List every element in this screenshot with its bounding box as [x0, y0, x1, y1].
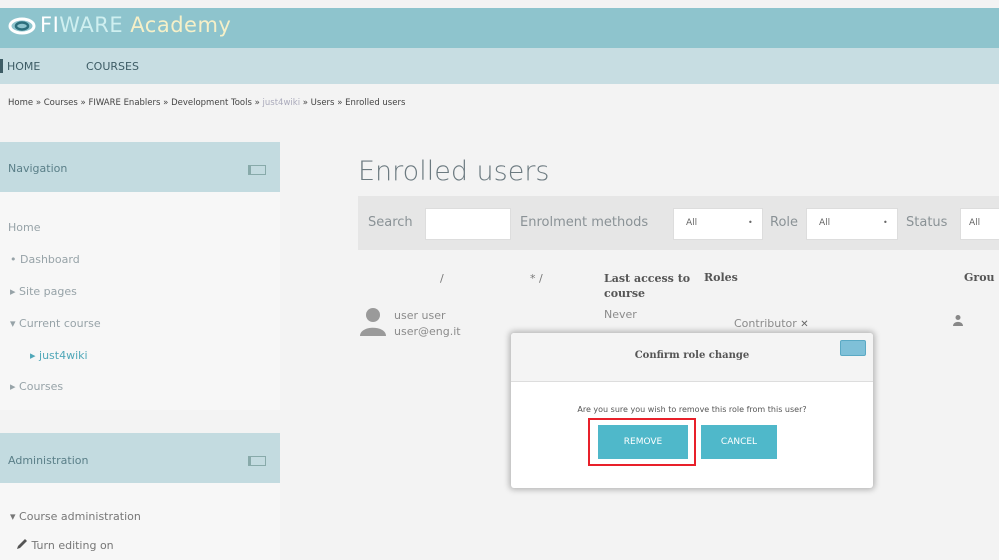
- breadcrumb-separator: »: [163, 98, 169, 108]
- logo-part-fi: FI: [40, 13, 60, 37]
- breadcrumb-category[interactable]: FIWARE Enablers: [88, 98, 160, 108]
- column-header-name[interactable]: /: [440, 272, 444, 285]
- chevron-down-icon: •: [748, 218, 753, 227]
- menu-home-link[interactable]: HOME: [0, 59, 40, 73]
- breadcrumb-separator: »: [35, 98, 42, 108]
- last-access-value: Never: [604, 308, 637, 321]
- user-avatar-icon: [360, 308, 386, 336]
- select-value: All: [686, 218, 698, 228]
- column-header-roles: Roles: [704, 271, 738, 284]
- breadcrumb-separator: »: [80, 98, 86, 108]
- administration-title: Administration: [8, 454, 89, 467]
- enrolment-methods-label: Enrolment methods: [520, 215, 649, 230]
- role-select[interactable]: All •: [806, 208, 898, 240]
- navigation-title: Navigation: [8, 162, 68, 175]
- chevron-down-icon: •: [883, 218, 888, 227]
- remove-role-icon[interactable]: ✕: [800, 319, 808, 330]
- breadcrumb-separator: »: [254, 98, 260, 108]
- site-logo[interactable]: FIWARE Academy: [8, 11, 231, 39]
- select-value: All: [819, 218, 831, 228]
- collapse-arrow-icon: ▾: [10, 510, 16, 523]
- person-icon: [953, 315, 963, 326]
- user-email: user@eng.it: [394, 325, 461, 338]
- nav-item-just4wiki[interactable]: ▸ just4wiki: [30, 349, 88, 362]
- breadcrumb-courses[interactable]: Courses: [44, 98, 78, 108]
- breadcrumb-current: Enrolled users: [345, 98, 406, 108]
- logo-text: FIWARE Academy: [40, 13, 231, 37]
- status-select[interactable]: All: [960, 208, 999, 240]
- logo-part-ware: WARE: [59, 13, 124, 37]
- column-header-groups: Grou: [964, 271, 995, 284]
- nav-item-label: just4wiki: [39, 349, 88, 362]
- expand-arrow-icon: ▸: [30, 349, 36, 362]
- nav-item-dashboard[interactable]: • Dashboard: [10, 253, 80, 266]
- nav-item-label: Site pages: [19, 285, 77, 298]
- breadcrumb-users[interactable]: Users: [311, 98, 335, 108]
- dialog-title: Confirm role change: [634, 350, 750, 361]
- pencil-icon: [17, 539, 27, 549]
- breadcrumb-separator: »: [337, 98, 343, 108]
- expand-arrow-icon: ▸: [10, 285, 16, 298]
- highlight-annotation-box: [588, 418, 696, 466]
- dialog-message: Are you sure you wish to remove this rol…: [577, 405, 807, 414]
- admin-item-label: Turn editing on: [31, 539, 114, 552]
- nav-item-current-course[interactable]: ▾ Current course: [10, 317, 101, 330]
- column-header-last-access[interactable]: Last access to course: [604, 271, 694, 301]
- dock-icon[interactable]: [248, 456, 266, 466]
- avatar[interactable]: [360, 306, 386, 336]
- role-label: Role: [770, 215, 799, 230]
- nav-item-site-pages[interactable]: ▸ Site pages: [10, 285, 77, 298]
- select-value: All: [969, 218, 981, 228]
- dock-icon[interactable]: [248, 165, 266, 175]
- role-badge: Contributor ✕: [734, 317, 809, 330]
- breadcrumb: Home » Courses » FIWARE Enablers » Devel…: [8, 98, 405, 108]
- page-title: Enrolled users: [358, 156, 550, 187]
- nav-item-courses[interactable]: ▸ Courses: [10, 380, 63, 393]
- enrolment-methods-select[interactable]: All •: [673, 208, 763, 240]
- status-label: Status: [906, 215, 948, 230]
- logo-part-academy: Academy: [123, 13, 232, 37]
- admin-item-course-administration[interactable]: ▾ Course administration: [10, 510, 141, 523]
- close-dialog-button[interactable]: [840, 340, 866, 356]
- nav-home[interactable]: Home: [8, 221, 40, 234]
- nav-item-label: Dashboard: [20, 253, 80, 266]
- menu-courses-link[interactable]: COURSES: [86, 60, 139, 73]
- admin-item-label: Course administration: [19, 510, 141, 523]
- bullet-icon: •: [10, 253, 17, 266]
- search-input[interactable]: [425, 208, 511, 240]
- logo-swirl-icon: [8, 17, 36, 35]
- nav-item-label: Courses: [19, 380, 64, 393]
- nav-item-label: Current course: [19, 317, 101, 330]
- user-name[interactable]: user user: [394, 309, 445, 322]
- breadcrumb-subcategory[interactable]: Development Tools: [171, 98, 252, 108]
- breadcrumb-course[interactable]: just4wiki: [263, 98, 301, 108]
- breadcrumb-home[interactable]: Home: [8, 98, 33, 108]
- role-name: Contributor: [734, 317, 797, 330]
- add-to-group-icon[interactable]: [952, 311, 964, 326]
- main-menu-bar: [0, 48, 999, 84]
- collapse-arrow-icon: ▾: [10, 317, 16, 330]
- breadcrumb-separator: »: [302, 98, 308, 108]
- admin-item-turn-editing-on[interactable]: Turn editing on: [16, 538, 114, 552]
- column-header-email[interactable]: * /: [530, 272, 543, 285]
- expand-arrow-icon: ▸: [10, 380, 16, 393]
- cancel-button[interactable]: CANCEL: [701, 425, 777, 459]
- search-label: Search: [368, 215, 413, 230]
- navigation-block-body: [0, 192, 280, 410]
